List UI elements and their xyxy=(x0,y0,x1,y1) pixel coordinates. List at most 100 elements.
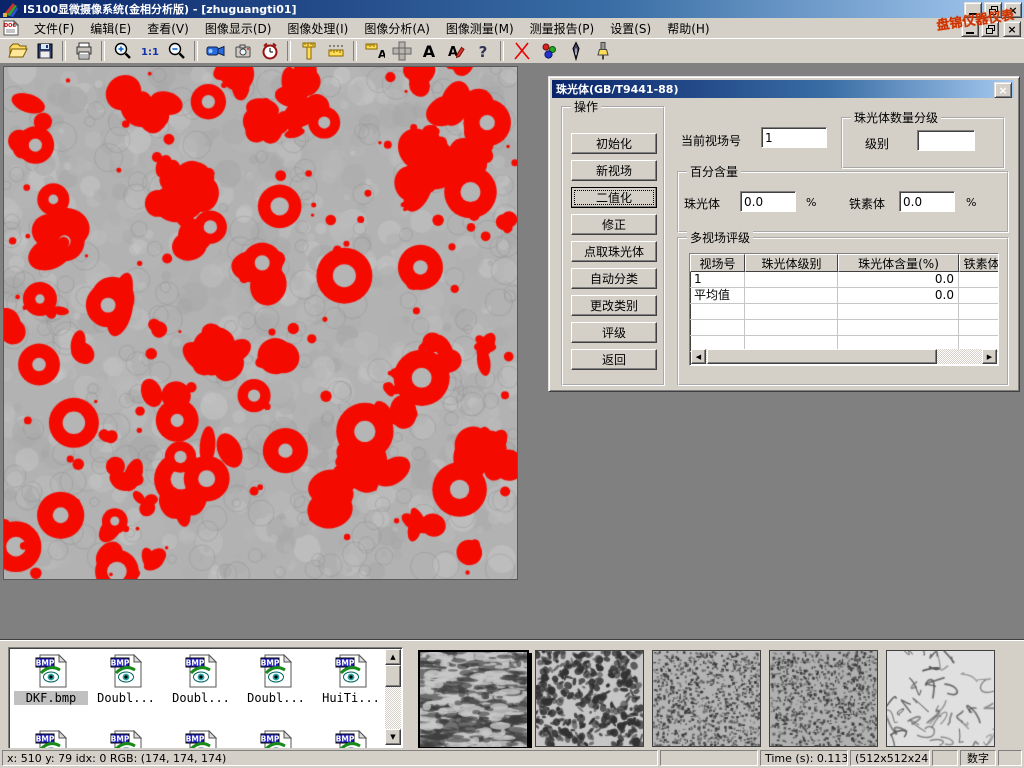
curve-tool-button[interactable] xyxy=(509,40,534,63)
column-header-1[interactable]: 珠光体级别 xyxy=(745,254,838,272)
scroll-up-button[interactable]: ▲ xyxy=(385,649,401,665)
image-thumbnail[interactable] xyxy=(535,650,644,747)
table-cell: 0.0 xyxy=(838,288,959,304)
mdi-restore-button[interactable] xyxy=(981,21,999,37)
save-button[interactable] xyxy=(32,40,57,63)
scrollbar-thumb[interactable] xyxy=(707,349,937,364)
file-item[interactable]: BMP xyxy=(239,730,313,749)
actual-size-button[interactable]: 1:1 xyxy=(137,40,162,63)
window-close-button[interactable]: × xyxy=(1004,2,1022,18)
document-icon[interactable]: DOC xyxy=(3,20,20,36)
image-thumbnail[interactable] xyxy=(418,650,529,749)
operations-group: 操作 初始化新视场二值化修正点取珠光体自动分类更改类别评级返回 xyxy=(561,106,665,386)
measure-label-button[interactable]: A xyxy=(362,40,387,63)
pearlite-percent-sign: % xyxy=(806,196,816,209)
file-item[interactable]: BMPDoubl... xyxy=(164,654,238,705)
menu-bar-items: 文件(F)编辑(E)查看(V)图像显示(D)图像处理(I)图像分析(A)图像测量… xyxy=(26,18,718,39)
phase-classify-button[interactable] xyxy=(536,40,561,63)
table-row[interactable]: 10.0 xyxy=(690,272,998,288)
menu-image-process[interactable]: 图像处理(I) xyxy=(279,18,356,39)
table-row[interactable]: 平均值0.0 xyxy=(690,288,998,304)
grid-tool-button[interactable] xyxy=(389,40,414,63)
mdi-client-area: 珠光体(GB/T9441-88) × 操作 初始化新视场二值化修正点取珠光体自动… xyxy=(0,64,1024,640)
caliper-measure-button[interactable] xyxy=(296,40,321,63)
correct-button[interactable]: 修正 xyxy=(571,214,657,235)
restore-icon xyxy=(989,6,998,15)
menu-image-analysis[interactable]: 图像分析(A) xyxy=(356,18,438,39)
menu-view[interactable]: 查看(V) xyxy=(139,18,197,39)
mdi-close-button[interactable]: × xyxy=(1003,21,1021,37)
window-restore-button[interactable] xyxy=(984,2,1002,18)
pen-tool-button[interactable] xyxy=(563,40,588,63)
file-item[interactable]: BMP xyxy=(314,730,388,749)
timer-button[interactable] xyxy=(257,40,282,63)
brush-tool-button[interactable] xyxy=(590,40,615,63)
snapshot-button[interactable] xyxy=(230,40,255,63)
bmp-file-icon: BMP xyxy=(334,730,368,749)
cursor-position-status: x: 510 y: 79 idx: 0 RGB: (174, 174, 174) xyxy=(2,750,658,766)
menu-image-display[interactable]: 图像显示(D) xyxy=(197,18,280,39)
image-thumbnail[interactable] xyxy=(769,650,878,747)
menu-settings[interactable]: 设置(S) xyxy=(602,18,659,39)
video-capture-button[interactable] xyxy=(203,40,228,63)
annotate-button[interactable]: A xyxy=(443,40,468,63)
file-item[interactable]: BMPDKF.bmp xyxy=(14,654,88,705)
change-class-button[interactable]: 更改类别 xyxy=(571,295,657,316)
dialog-title-bar[interactable]: 珠光体(GB/T9441-88) × xyxy=(552,80,1014,98)
open-button[interactable] xyxy=(5,40,30,63)
menu-file[interactable]: 文件(F) xyxy=(26,18,82,39)
level-input[interactable] xyxy=(917,130,975,151)
window-minimize-button[interactable] xyxy=(964,2,982,18)
scroll-right-button[interactable]: ▶ xyxy=(982,349,997,364)
micrograph-image[interactable] xyxy=(3,66,518,580)
ferrite-percent-input[interactable] xyxy=(899,191,955,212)
image-thumbnail[interactable] xyxy=(886,650,995,747)
file-item[interactable]: BMPHuiTi... xyxy=(314,654,388,705)
grade-button[interactable]: 评级 xyxy=(571,322,657,343)
floppy-icon xyxy=(35,41,55,61)
text-tool-button[interactable]: A xyxy=(416,40,441,63)
file-item[interactable]: BMP xyxy=(89,730,163,749)
print-button[interactable] xyxy=(71,40,96,63)
image-thumbnail[interactable] xyxy=(652,650,761,747)
return-button[interactable]: 返回 xyxy=(571,349,657,370)
menu-measure-report[interactable]: 测量报告(P) xyxy=(522,18,603,39)
scroll-left-button[interactable]: ◀ xyxy=(691,349,706,364)
dialog-close-button[interactable]: × xyxy=(994,82,1012,98)
column-header-3[interactable]: 铁素体含量(%) xyxy=(959,254,999,272)
table-row[interactable] xyxy=(690,320,998,336)
file-list-scrollbar[interactable]: ▲ ▼ xyxy=(385,649,401,745)
menu-edit[interactable]: 编辑(E) xyxy=(82,18,139,39)
file-item[interactable]: BMPDoubl... xyxy=(239,654,313,705)
file-item[interactable]: BMP xyxy=(164,730,238,749)
help-button[interactable]: ? xyxy=(470,40,495,63)
mode-status: 数字 xyxy=(960,750,996,766)
pick-pearlite-button[interactable]: 点取珠光体 xyxy=(571,241,657,262)
current-field-input[interactable] xyxy=(761,127,827,148)
close-icon: × xyxy=(1008,5,1017,16)
initialize-button[interactable]: 初始化 xyxy=(571,133,657,154)
multifield-table[interactable]: 视场号珠光体级别珠光体含量(%)铁素体含量(%) 10.0平均值0.0 ◀ ▶ xyxy=(689,253,999,366)
mdi-minimize-button[interactable] xyxy=(961,21,979,37)
svg-text:A: A xyxy=(378,48,385,61)
file-item[interactable]: BMP xyxy=(14,730,88,749)
auto-classify-button[interactable]: 自动分类 xyxy=(571,268,657,289)
column-header-2[interactable]: 珠光体含量(%) xyxy=(838,254,959,272)
menu-image-measure[interactable]: 图像测量(M) xyxy=(438,18,522,39)
zoom-in-button[interactable] xyxy=(110,40,135,63)
scrollbar-thumb[interactable] xyxy=(385,665,401,687)
new-field-button[interactable]: 新视场 xyxy=(571,160,657,181)
camera-icon xyxy=(233,41,253,61)
binarize-button[interactable]: 二值化 xyxy=(571,187,657,208)
table-horizontal-scrollbar[interactable]: ◀ ▶ xyxy=(691,349,997,364)
file-item[interactable]: BMPDoubl... xyxy=(89,654,163,705)
zoom-out-button[interactable] xyxy=(164,40,189,63)
file-list[interactable]: BMPDKF.bmpBMPDoubl...BMPDoubl...BMPDoubl… xyxy=(8,647,403,749)
ruler-measure-button[interactable] xyxy=(323,40,348,63)
pearlite-percent-input[interactable] xyxy=(740,191,796,212)
column-header-0[interactable]: 视场号 xyxy=(690,254,745,272)
scroll-down-button[interactable]: ▼ xyxy=(385,729,401,745)
bmp-file-icon: BMP xyxy=(109,730,143,749)
menu-help[interactable]: 帮助(H) xyxy=(659,18,717,39)
table-row[interactable] xyxy=(690,304,998,320)
